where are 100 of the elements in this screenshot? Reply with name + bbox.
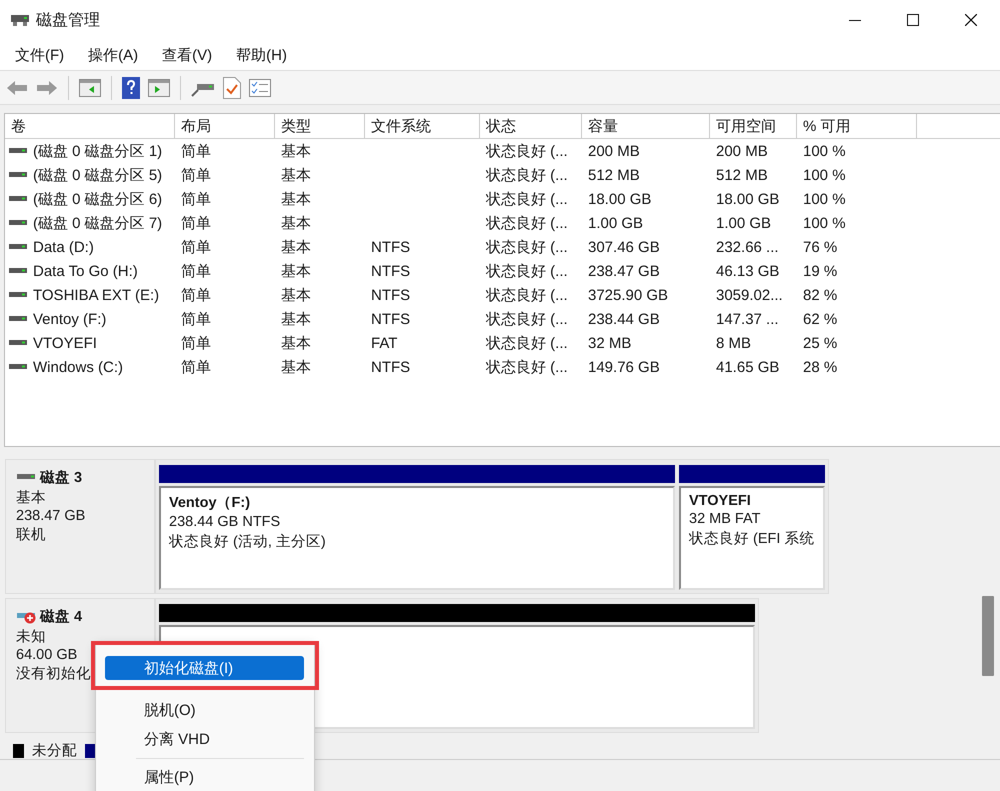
drive-icon <box>9 339 27 347</box>
table-cell: 76 % <box>803 238 838 256</box>
table-cell: (磁盘 0 磁盘分区 7) <box>33 214 162 232</box>
table-cell: 状态良好 (... <box>486 142 568 160</box>
column-header[interactable]: 可用空间 <box>710 114 797 139</box>
table-cell: NTFS <box>371 310 410 328</box>
table-cell: 18.00 GB <box>716 190 780 208</box>
table-cell: 100 % <box>803 190 846 208</box>
drive-icon <box>9 243 27 251</box>
table-cell: 19 % <box>803 262 838 280</box>
forward-arrow-icon[interactable] <box>36 78 58 96</box>
table-cell: TOSHIBA EXT (E:) <box>33 286 160 304</box>
table-cell: NTFS <box>371 358 410 376</box>
table-cell: 简单 <box>181 214 211 232</box>
panel-icon[interactable] <box>79 78 101 96</box>
table-cell: 200 MB <box>588 142 640 160</box>
disk-type: 基本 <box>16 489 47 507</box>
table-cell: 简单 <box>181 142 211 160</box>
table-cell: 基本 <box>281 190 311 208</box>
table-cell: 18.00 GB <box>588 190 652 208</box>
table-cell: 状态良好 (... <box>486 358 568 376</box>
table-cell: 状态良好 (... <box>486 214 568 232</box>
menu-item[interactable]: 文件(F) <box>6 42 74 68</box>
table-cell: 32 MB <box>588 334 632 352</box>
close-icon[interactable] <box>965 14 977 26</box>
table-cell: (磁盘 0 磁盘分区 6) <box>33 190 162 208</box>
table-cell: Ventoy (F:) <box>33 310 106 328</box>
table-cell: (磁盘 0 磁盘分区 1) <box>33 142 162 160</box>
partition-status: 状态良好 (活动, 主分区) <box>169 532 327 551</box>
menu-item[interactable]: 属性(P) <box>96 763 304 791</box>
drive-icon <box>9 147 27 155</box>
table-cell: 100 % <box>803 214 846 232</box>
table-cell: 状态良好 (... <box>486 310 568 328</box>
table-cell: 82 % <box>803 286 838 304</box>
table-cell: 简单 <box>181 238 211 256</box>
column-header[interactable]: 布局 <box>175 114 275 139</box>
partition-panel[interactable]: Ventoy（F:) 238.44 GB NTFS 状态良好 (活动, 主分区) <box>159 486 675 590</box>
back-arrow-icon[interactable] <box>6 78 28 96</box>
table-cell: 41.65 GB <box>716 358 780 376</box>
disk-size: 238.47 GB <box>16 508 86 524</box>
table-cell: 100 % <box>803 142 846 160</box>
table-cell: 状态良好 (... <box>486 238 568 256</box>
partition-status: 状态良好 (EFI 系统 <box>689 530 815 548</box>
menu-item[interactable]: 初始化磁盘(I) <box>105 656 304 680</box>
partition-detail: 238.44 GB NTFS <box>169 514 282 530</box>
disk-manager-icon <box>10 12 30 28</box>
disk-info-panel[interactable]: 磁盘 3 基本 238.47 GB 联机 <box>5 459 155 594</box>
table-cell: 1.00 GB <box>588 214 644 232</box>
table-cell: Data (D:) <box>33 238 94 256</box>
column-header[interactable]: 类型 <box>275 114 365 139</box>
table-cell: FAT <box>371 334 398 352</box>
disk-size: 64.00 GB <box>16 647 78 663</box>
menu-item[interactable]: 操作(A) <box>79 42 148 68</box>
table-cell: 62 % <box>803 310 838 328</box>
drive-icon <box>9 291 27 299</box>
column-header[interactable]: 文件系统 <box>365 114 480 139</box>
checked-document-icon[interactable] <box>223 76 241 98</box>
help-icon[interactable] <box>122 76 140 98</box>
disk-status: 联机 <box>16 526 47 544</box>
disk-name: 磁盘 3 <box>40 469 82 487</box>
table-cell: 1.00 GB <box>716 214 772 232</box>
disk-type: 未知 <box>16 628 47 646</box>
table-cell: 简单 <box>181 310 211 328</box>
table-cell: 8 MB <box>716 334 752 352</box>
table-cell: 基本 <box>281 214 311 232</box>
table-cell: 基本 <box>281 358 311 376</box>
partition-panel[interactable]: VTOYEFI 32 MB FAT 状态良好 (EFI 系统 <box>679 486 825 590</box>
table-cell: (磁盘 0 磁盘分区 5) <box>33 166 162 184</box>
table-cell: 简单 <box>181 334 211 352</box>
table-cell: 简单 <box>181 190 211 208</box>
table-cell: 状态良好 (... <box>486 166 568 184</box>
column-header[interactable]: % 可用 <box>797 114 917 139</box>
window-title: 磁盘管理 <box>36 10 101 30</box>
scrollbar-thumb[interactable] <box>982 596 994 676</box>
drive-icon <box>9 171 27 179</box>
table-cell: 307.46 GB <box>588 238 660 256</box>
drive-icon <box>9 267 27 275</box>
table-cell: 基本 <box>281 334 311 352</box>
menu-item[interactable]: 帮助(H) <box>227 42 296 68</box>
table-cell: 基本 <box>281 142 311 160</box>
table-cell: 232.66 ... <box>716 238 779 256</box>
table-cell: 简单 <box>181 358 211 376</box>
table-cell: 状态良好 (... <box>486 190 568 208</box>
table-cell: 简单 <box>181 166 211 184</box>
table-cell: Windows (C:) <box>33 358 124 376</box>
disk-status: 没有初始化 <box>16 664 92 683</box>
column-header[interactable]: 状态 <box>480 114 582 139</box>
checklist-icon[interactable] <box>249 78 271 96</box>
table-cell: 100 % <box>803 166 846 184</box>
partition-name: Ventoy（F:) <box>169 494 252 512</box>
partition-name: VTOYEFI <box>689 493 752 509</box>
column-header[interactable]: 容量 <box>582 114 710 139</box>
table-cell: NTFS <box>371 262 410 280</box>
drive-icon <box>9 315 27 323</box>
column-header[interactable]: 卷 <box>5 114 175 139</box>
menu-item[interactable]: 查看(V) <box>153 42 222 68</box>
table-cell: 状态良好 (... <box>486 262 568 280</box>
maximize-icon[interactable] <box>907 14 919 26</box>
table-cell: 状态良好 (... <box>486 286 568 304</box>
panel-icon[interactable] <box>148 78 170 96</box>
